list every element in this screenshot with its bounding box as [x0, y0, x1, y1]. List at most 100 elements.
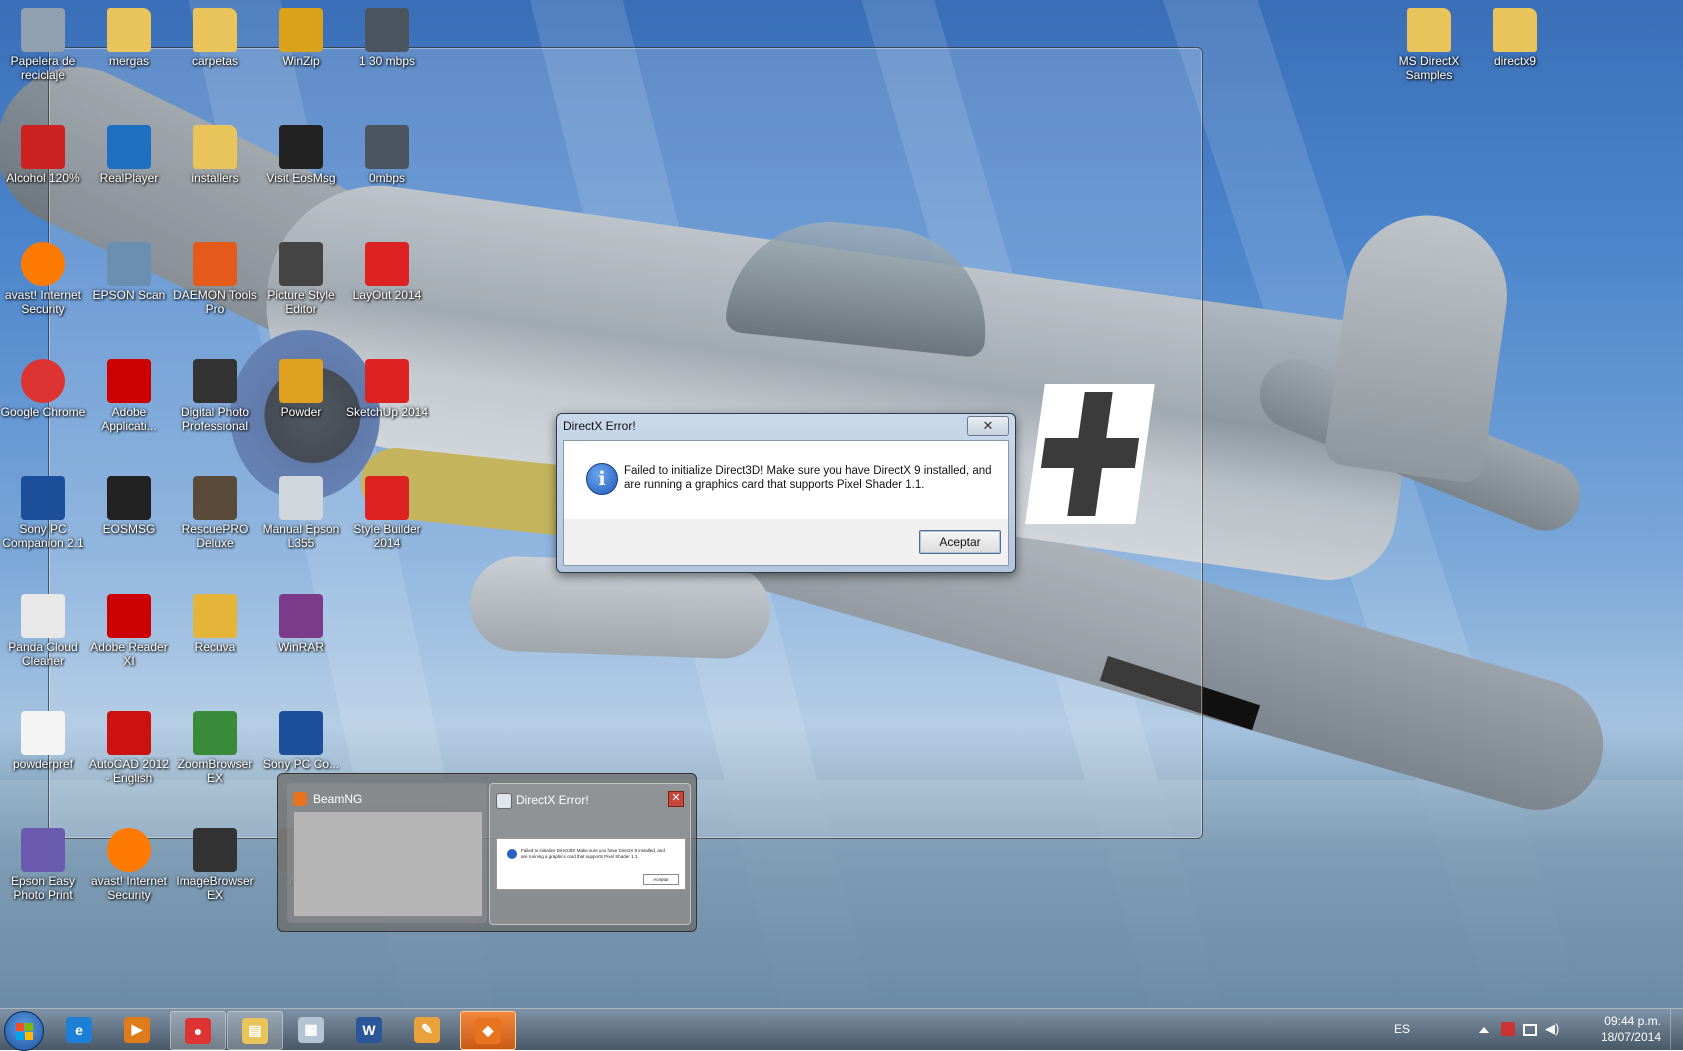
language-indicator[interactable]: ES: [1394, 1022, 1410, 1036]
desktop-icon-label: LayOut 2014: [352, 288, 422, 302]
chrome-icon: ●: [185, 1017, 211, 1044]
camera-icon: [193, 828, 237, 872]
show-desktop-button[interactable]: [1670, 1009, 1683, 1050]
taskbar-chrome-button[interactable]: ●: [170, 1011, 226, 1050]
desktop-icon[interactable]: Alcohol 120%: [0, 125, 86, 185]
desktop-icon[interactable]: EOSMSG: [86, 476, 172, 536]
dialog-close-button[interactable]: ✕: [967, 416, 1009, 436]
desktop-icon[interactable]: Visit EosMsg: [258, 125, 344, 185]
desktop-icon[interactable]: ImageBrowser EX: [172, 828, 258, 902]
desktop-icon[interactable]: Powder: [258, 359, 344, 419]
desktop-icon-label: Panda Cloud Cleaner: [8, 640, 78, 668]
desktop-icon[interactable]: carpetas: [172, 8, 258, 68]
desktop-icon[interactable]: Picture Style Editor: [258, 242, 344, 316]
dialog-message: Failed to initialize Direct3D! Make sure…: [624, 465, 992, 491]
clock-time[interactable]: 09:44 p.m.: [1604, 1014, 1661, 1028]
alcohol-icon: [21, 125, 65, 169]
dialog-ok-button[interactable]: Aceptar: [919, 530, 1001, 554]
desktop-icon-label: directx9: [1493, 54, 1537, 68]
dialog-title: DirectX Error!: [563, 419, 636, 433]
desktop-icon[interactable]: mergas: [86, 8, 172, 68]
desktop-icon[interactable]: ZoomBrowser EX: [172, 711, 258, 785]
desktop-icon-label: Picture Style Editor: [267, 288, 335, 316]
desktop-icon[interactable]: Panda Cloud Cleaner: [0, 594, 86, 668]
taskbar-internet-explorer-button[interactable]: e: [52, 1011, 106, 1048]
thumbnail-title: BeamNG: [313, 792, 363, 806]
desktop-icon[interactable]: Adobe Applicati...: [86, 359, 172, 433]
thumbnail-close-button[interactable]: ✕: [668, 791, 684, 807]
desktop-icon-label: RealPlayer: [99, 171, 159, 185]
windows-logo-icon: [25, 1032, 33, 1040]
window-icon: [496, 793, 512, 809]
desktop-icon[interactable]: directx9: [1472, 8, 1558, 68]
desktop-icon[interactable]: DAEMON Tools Pro: [172, 242, 258, 316]
taskbar-calculator-button[interactable]: ▦: [284, 1011, 338, 1048]
desktop-icon[interactable]: 0mbps: [344, 125, 430, 185]
desktop-icon-label: Sony PC Companion 2.1: [2, 522, 84, 550]
desktop-icon[interactable]: Papelera de reciclaje: [0, 8, 86, 82]
desktop-icon[interactable]: Epson Easy Photo Print: [0, 828, 86, 902]
desktop-icon[interactable]: WinRAR: [258, 594, 344, 654]
desktop-icon-label: Manual Epson L355: [262, 522, 340, 550]
thumbnail-directx-error[interactable]: DirectX Error! ✕ Failed to initialize Di…: [489, 783, 691, 925]
desktop-icon[interactable]: Sony PC Companion 2.1: [0, 476, 86, 550]
desktop-icon-label: Powder: [280, 405, 322, 419]
volume-icon[interactable]: ◀): [1545, 1022, 1559, 1036]
desktop-icon-label: Papelera de reciclaje: [10, 54, 76, 82]
desktop-icon[interactable]: MS DirectX Samples: [1386, 8, 1472, 82]
desktop-icon-label: EPSON Scan: [92, 288, 166, 302]
chrome-icon: [21, 359, 65, 403]
clock-date[interactable]: 18/07/2014: [1601, 1030, 1661, 1044]
desktop-icon[interactable]: Recuva: [172, 594, 258, 654]
thumbnail-beamng[interactable]: BeamNG: [287, 783, 487, 923]
desktop-icon[interactable]: 1 30 mbps: [344, 8, 430, 68]
adobe-reader-icon: [107, 594, 151, 638]
folder-icon: [193, 125, 237, 169]
winzip-icon: [279, 8, 323, 52]
file-icon: [21, 711, 65, 755]
taskbar-paint-button[interactable]: ✎: [400, 1011, 454, 1048]
desktop-icon[interactable]: WinZip: [258, 8, 344, 68]
taskbar-beamng-button[interactable]: ◆: [460, 1011, 516, 1050]
desktop-icon[interactable]: Google Chrome: [0, 359, 86, 419]
desktop-icon-label: MS DirectX Samples: [1398, 54, 1460, 82]
recuva-icon: [193, 594, 237, 638]
desktop-icon[interactable]: Style Builder 2014: [344, 476, 430, 550]
desktop-icon[interactable]: EPSON Scan: [86, 242, 172, 302]
desktop-icon-label: WinRAR: [277, 640, 324, 654]
realplayer-icon: [107, 125, 151, 169]
desktop-icon-label: EOSMSG: [102, 522, 156, 536]
desktop-icon[interactable]: Adobe Reader XI: [86, 594, 172, 668]
desktop-wallpaper: Papelera de reciclaje mergas carpetas WinZi…: [0, 0, 1683, 1008]
desktop-icon[interactable]: SketchUp 2014: [344, 359, 430, 419]
action-center-flag-icon[interactable]: [1501, 1022, 1515, 1036]
taskbar-word-button[interactable]: W: [342, 1011, 396, 1048]
windows-logo-icon: [16, 1032, 24, 1040]
directx-error-dialog: DirectX Error! ✕ i Failed to initialize …: [556, 413, 1016, 573]
desktop-icon[interactable]: AutoCAD 2012 - English: [86, 711, 172, 785]
start-button[interactable]: [4, 1011, 44, 1051]
internet-explorer-icon: e: [66, 1016, 92, 1043]
desktop-icon[interactable]: LayOut 2014: [344, 242, 430, 302]
autocad-icon: [107, 711, 151, 755]
desktop-icon[interactable]: RealPlayer: [86, 125, 172, 185]
desktop-icon[interactable]: avast! Internet Security: [0, 242, 86, 316]
recycle-bin-icon: [21, 8, 65, 52]
rescuepro-icon: [193, 476, 237, 520]
desktop-icon[interactable]: powderpref: [0, 711, 86, 771]
taskbar-media-player-button[interactable]: ▶: [110, 1011, 164, 1048]
desktop-icon[interactable]: Manual Epson L355: [258, 476, 344, 550]
dialog-body: i Failed to initialize Direct3D! Make su…: [563, 440, 1009, 566]
desktop-icon-label: WinZip: [282, 54, 320, 68]
manual-icon: [279, 476, 323, 520]
desktop-icon[interactable]: installers: [172, 125, 258, 185]
desktop-icon[interactable]: Digital Photo Professional: [172, 359, 258, 433]
network-icon[interactable]: [1523, 1024, 1537, 1036]
thumbnail-preview: Failed to initialize Direct3D! Make sure…: [496, 838, 686, 890]
desktop-icon[interactable]: RescuePRO Deluxe: [172, 476, 258, 550]
taskbar-explorer-button[interactable]: ▤: [227, 1011, 283, 1050]
show-hidden-icons-icon[interactable]: [1479, 1027, 1489, 1033]
taskbar-thumbnail-popup: BeamNG DirectX Error! ✕ Failed to initia…: [277, 773, 697, 932]
desktop-icon[interactable]: avast! Internet Security: [86, 828, 172, 902]
desktop-icon[interactable]: Sony PC Co...: [258, 711, 344, 771]
